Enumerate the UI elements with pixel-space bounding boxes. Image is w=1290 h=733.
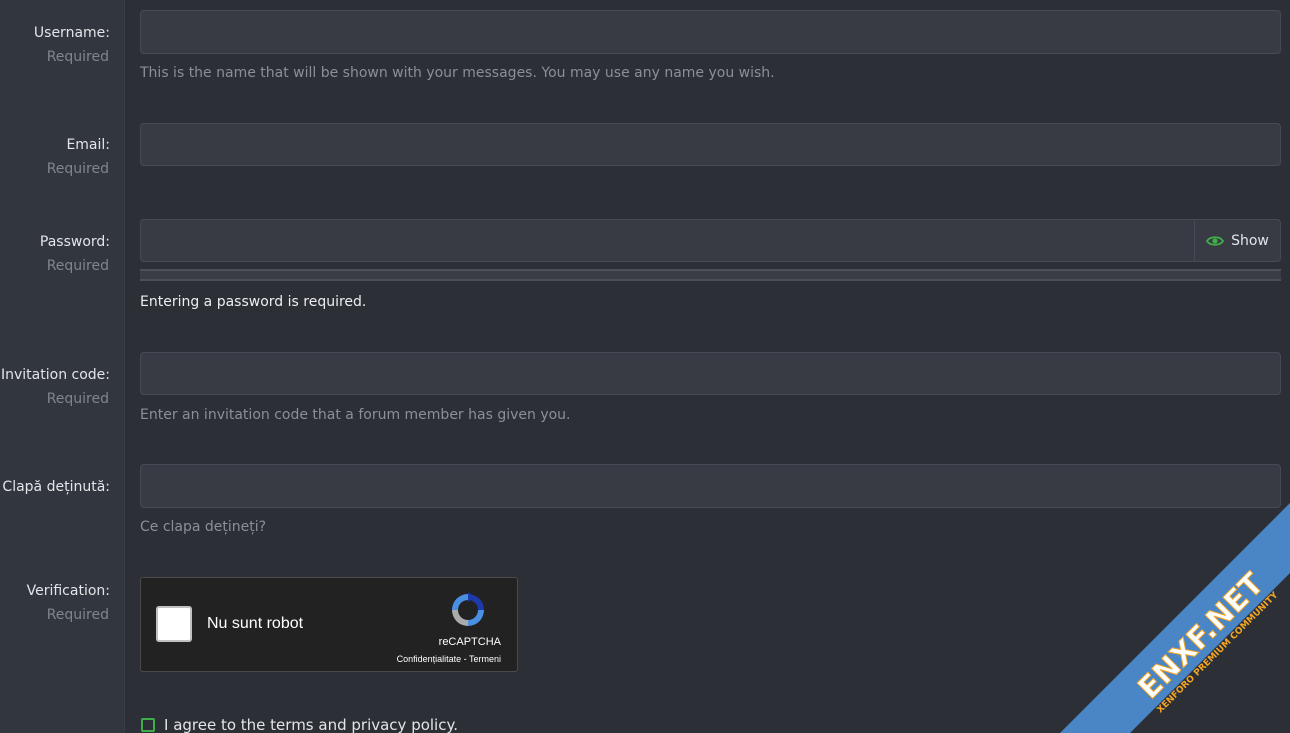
password-input[interactable] — [141, 220, 1195, 261]
recaptcha-widget: Nu sunt robot reCAPTCHA Confidențialitat… — [140, 577, 518, 672]
watermark-brand: ENXF.NET — [1132, 566, 1272, 706]
watermark-ribbon: ENXF.NET XENFORO PREMIUM COMMUNITY — [1060, 503, 1290, 733]
invitation-required: Required — [46, 391, 109, 407]
email-label: Email: — [66, 137, 110, 153]
show-password-button[interactable]: Show — [1194, 220, 1280, 262]
show-password-label: Show — [1231, 233, 1269, 249]
password-error: Entering a password is required. — [140, 294, 367, 310]
verification-required: Required — [46, 607, 109, 623]
email-input[interactable] — [140, 123, 1281, 166]
invitation-hint: Enter an invitation code that a forum me… — [140, 407, 571, 423]
email-required: Required — [46, 161, 109, 177]
clapa-label: Clapă deținută: — [2, 479, 110, 495]
recaptcha-checkbox[interactable] — [156, 606, 192, 642]
username-required: Required — [46, 49, 109, 65]
recaptcha-logo-icon — [452, 592, 484, 626]
clapa-input[interactable] — [140, 464, 1281, 508]
password-label: Password: — [39, 234, 110, 250]
username-input[interactable] — [140, 10, 1281, 54]
eye-icon — [1206, 236, 1225, 246]
invitation-label: Invitation code: — [1, 367, 110, 383]
password-strength-meter — [140, 269, 1281, 281]
recaptcha-links[interactable]: Confidențialitate - Termeni — [397, 654, 501, 664]
agree-checkbox[interactable] — [141, 718, 155, 732]
watermark-logo: ENXF.NET XENFORO PREMIUM COMMUNITY — [1060, 503, 1290, 733]
password-field: Show — [140, 219, 1281, 262]
username-label: Username: — [33, 25, 110, 41]
clapa-hint: Ce clapa dețineți? — [140, 519, 267, 535]
recaptcha-label: Nu sunt robot — [207, 615, 304, 632]
username-hint: This is the name that will be shown with… — [140, 65, 775, 81]
password-required: Required — [46, 258, 109, 274]
agree-label[interactable]: I agree to the terms and privacy policy. — [164, 716, 458, 733]
verification-label: Verification: — [26, 583, 110, 599]
invitation-code-input[interactable] — [140, 352, 1281, 395]
recaptcha-brand: reCAPTCHA — [438, 636, 501, 648]
